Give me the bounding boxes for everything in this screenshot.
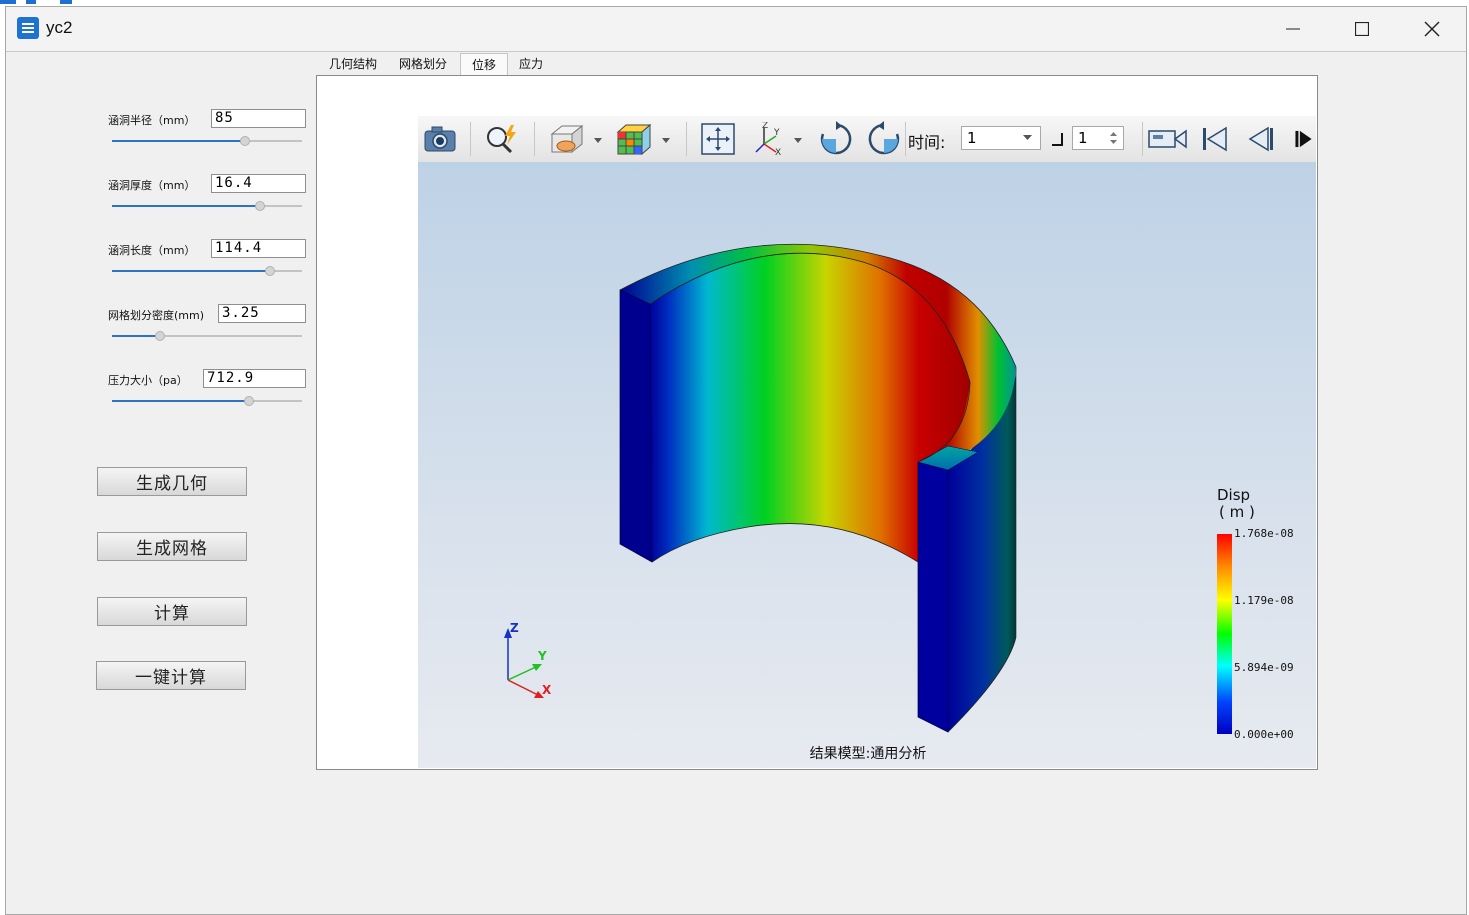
- step-value: 1: [1078, 129, 1088, 147]
- one-click-compute-button[interactable]: 一键计算: [96, 661, 246, 690]
- rotate-ccw-icon: [868, 121, 900, 155]
- slider-thumb[interactable]: [243, 396, 254, 406]
- rotate-ccw-button[interactable]: [864, 121, 904, 157]
- legend-tick-min: 0.000e+00: [1234, 728, 1294, 741]
- maximize-button[interactable]: [1327, 7, 1397, 51]
- rotate-cw-button[interactable]: [816, 121, 856, 157]
- title-bar[interactable]: yc2: [6, 7, 1466, 52]
- slider-thumb[interactable]: [240, 136, 250, 146]
- param-label: 压力大小（pa）: [108, 374, 188, 387]
- svg-text:Y: Y: [773, 128, 780, 138]
- camera-icon: [424, 126, 456, 152]
- generate-mesh-button[interactable]: 生成网格: [97, 532, 247, 561]
- mesh-density-slider[interactable]: [112, 330, 302, 342]
- screenshot-button[interactable]: [422, 121, 458, 157]
- tab-displacement[interactable]: 位移: [460, 53, 508, 75]
- tab-geometry[interactable]: 几何结构: [320, 53, 386, 75]
- time-select-value: 1: [967, 129, 977, 147]
- axis-x-label: X: [542, 683, 552, 697]
- play-button[interactable]: [1294, 121, 1316, 157]
- rotate-cw-icon: [820, 121, 852, 155]
- time-label: 时间:: [908, 133, 946, 152]
- mesh-cube-icon: [616, 123, 670, 156]
- axes-icon: Z Y X: [755, 122, 802, 156]
- play-icon: [1295, 130, 1312, 148]
- svg-text:Z: Z: [762, 122, 768, 131]
- prev-frame-icon: [1248, 126, 1273, 152]
- tab-stress[interactable]: 应力: [512, 53, 550, 75]
- zoom-button[interactable]: [482, 121, 522, 157]
- thickness-input[interactable]: 16.4: [211, 174, 306, 193]
- param-label: 涵洞长度（mm）: [108, 244, 196, 257]
- legend-unit: ( m ): [1219, 503, 1255, 521]
- close-button[interactable]: [1397, 7, 1467, 51]
- maximize-icon: [1355, 22, 1369, 36]
- time-select[interactable]: 1: [961, 126, 1041, 150]
- compute-button[interactable]: 计算: [97, 597, 247, 626]
- prev-frame-button[interactable]: [1244, 121, 1278, 157]
- minimize-button[interactable]: [1258, 7, 1328, 51]
- legend-color-bar: [1217, 534, 1232, 734]
- legend-tick-2: 1.179e-08: [1234, 594, 1294, 607]
- legend-tick-3: 5.894e-09: [1234, 661, 1294, 674]
- first-frame-button[interactable]: [1198, 121, 1232, 157]
- mesh-density-input[interactable]: 3.25: [218, 304, 306, 323]
- thickness-slider[interactable]: [112, 200, 302, 212]
- axis-y-label: Y: [537, 649, 547, 663]
- view-axes-button[interactable]: Z Y X: [750, 121, 810, 157]
- param-label: 网格划分密度(mm): [108, 309, 205, 322]
- minimize-icon: [1286, 28, 1300, 30]
- param-thickness: 涵洞厚度（mm） 16.4: [106, 172, 316, 232]
- clip-plane-icon: [550, 124, 602, 154]
- param-label: 涵洞厚度（mm）: [108, 179, 196, 192]
- slider-thumb[interactable]: [255, 201, 266, 211]
- svg-text:X: X: [775, 148, 781, 156]
- record-video-button[interactable]: [1148, 121, 1188, 157]
- mesh-display-button[interactable]: [614, 121, 674, 157]
- fit-view-button[interactable]: [698, 121, 738, 157]
- spin-arrows-icon[interactable]: [1110, 131, 1117, 145]
- first-frame-icon: [1203, 126, 1227, 152]
- step-marker-icon: [1052, 133, 1063, 146]
- slider-thumb[interactable]: [154, 331, 165, 341]
- step-spinbox[interactable]: 1: [1072, 126, 1124, 150]
- window-title: yc2: [46, 18, 73, 37]
- orientation-axes-icon: Z Y X: [504, 622, 552, 698]
- result-viewer: Z Y X 时间: 1 1 Z Y X Disp (m) 1.768e-08…: [418, 116, 1316, 768]
- param-mesh-density: 网格划分密度(mm) 3.25: [106, 302, 316, 362]
- viewer-toolbar: Z Y X 时间: 1 1: [418, 116, 1316, 163]
- result-model-caption: 结果模型:通用分析: [809, 746, 927, 762]
- length-slider[interactable]: [112, 265, 302, 277]
- radius-input[interactable]: 85: [211, 109, 306, 128]
- pressure-input[interactable]: 712.9: [203, 369, 306, 388]
- legend-tick-max: 1.768e-08: [1234, 527, 1294, 540]
- radius-slider[interactable]: [112, 135, 302, 147]
- length-input[interactable]: 114.4: [211, 239, 306, 258]
- tab-mesh[interactable]: 网格划分: [390, 53, 456, 75]
- 3d-scene[interactable]: Z Y X Disp ( m ) 1.768e-08 1.179e-08 5.8…: [418, 162, 1316, 768]
- slider-thumb[interactable]: [264, 266, 275, 276]
- app-icon: [17, 17, 39, 39]
- video-camera-icon: [1148, 129, 1187, 149]
- param-radius: 涵洞半径（mm） 85: [106, 107, 316, 167]
- param-pressure: 压力大小（pa） 712.9: [106, 367, 316, 427]
- pressure-slider[interactable]: [112, 395, 302, 407]
- chevron-down-icon: [1023, 135, 1032, 140]
- fit-view-icon: [701, 123, 735, 155]
- zoom-magic-icon: [487, 125, 516, 154]
- legend-quantity: Disp: [1217, 486, 1251, 504]
- legend-title: Disp ( m ): [1217, 487, 1255, 521]
- clip-plane-button[interactable]: [546, 121, 606, 157]
- close-icon: [1424, 21, 1440, 37]
- tab-content-panel: Z Y X 时间: 1 1 Z Y X Disp (m) 1.768e-08…: [316, 75, 1318, 770]
- axis-z-label: Z: [510, 622, 519, 635]
- generate-geometry-button[interactable]: 生成几何: [97, 467, 247, 496]
- param-label: 涵洞半径（mm）: [108, 114, 196, 127]
- param-length: 涵洞长度（mm） 114.4: [106, 237, 316, 297]
